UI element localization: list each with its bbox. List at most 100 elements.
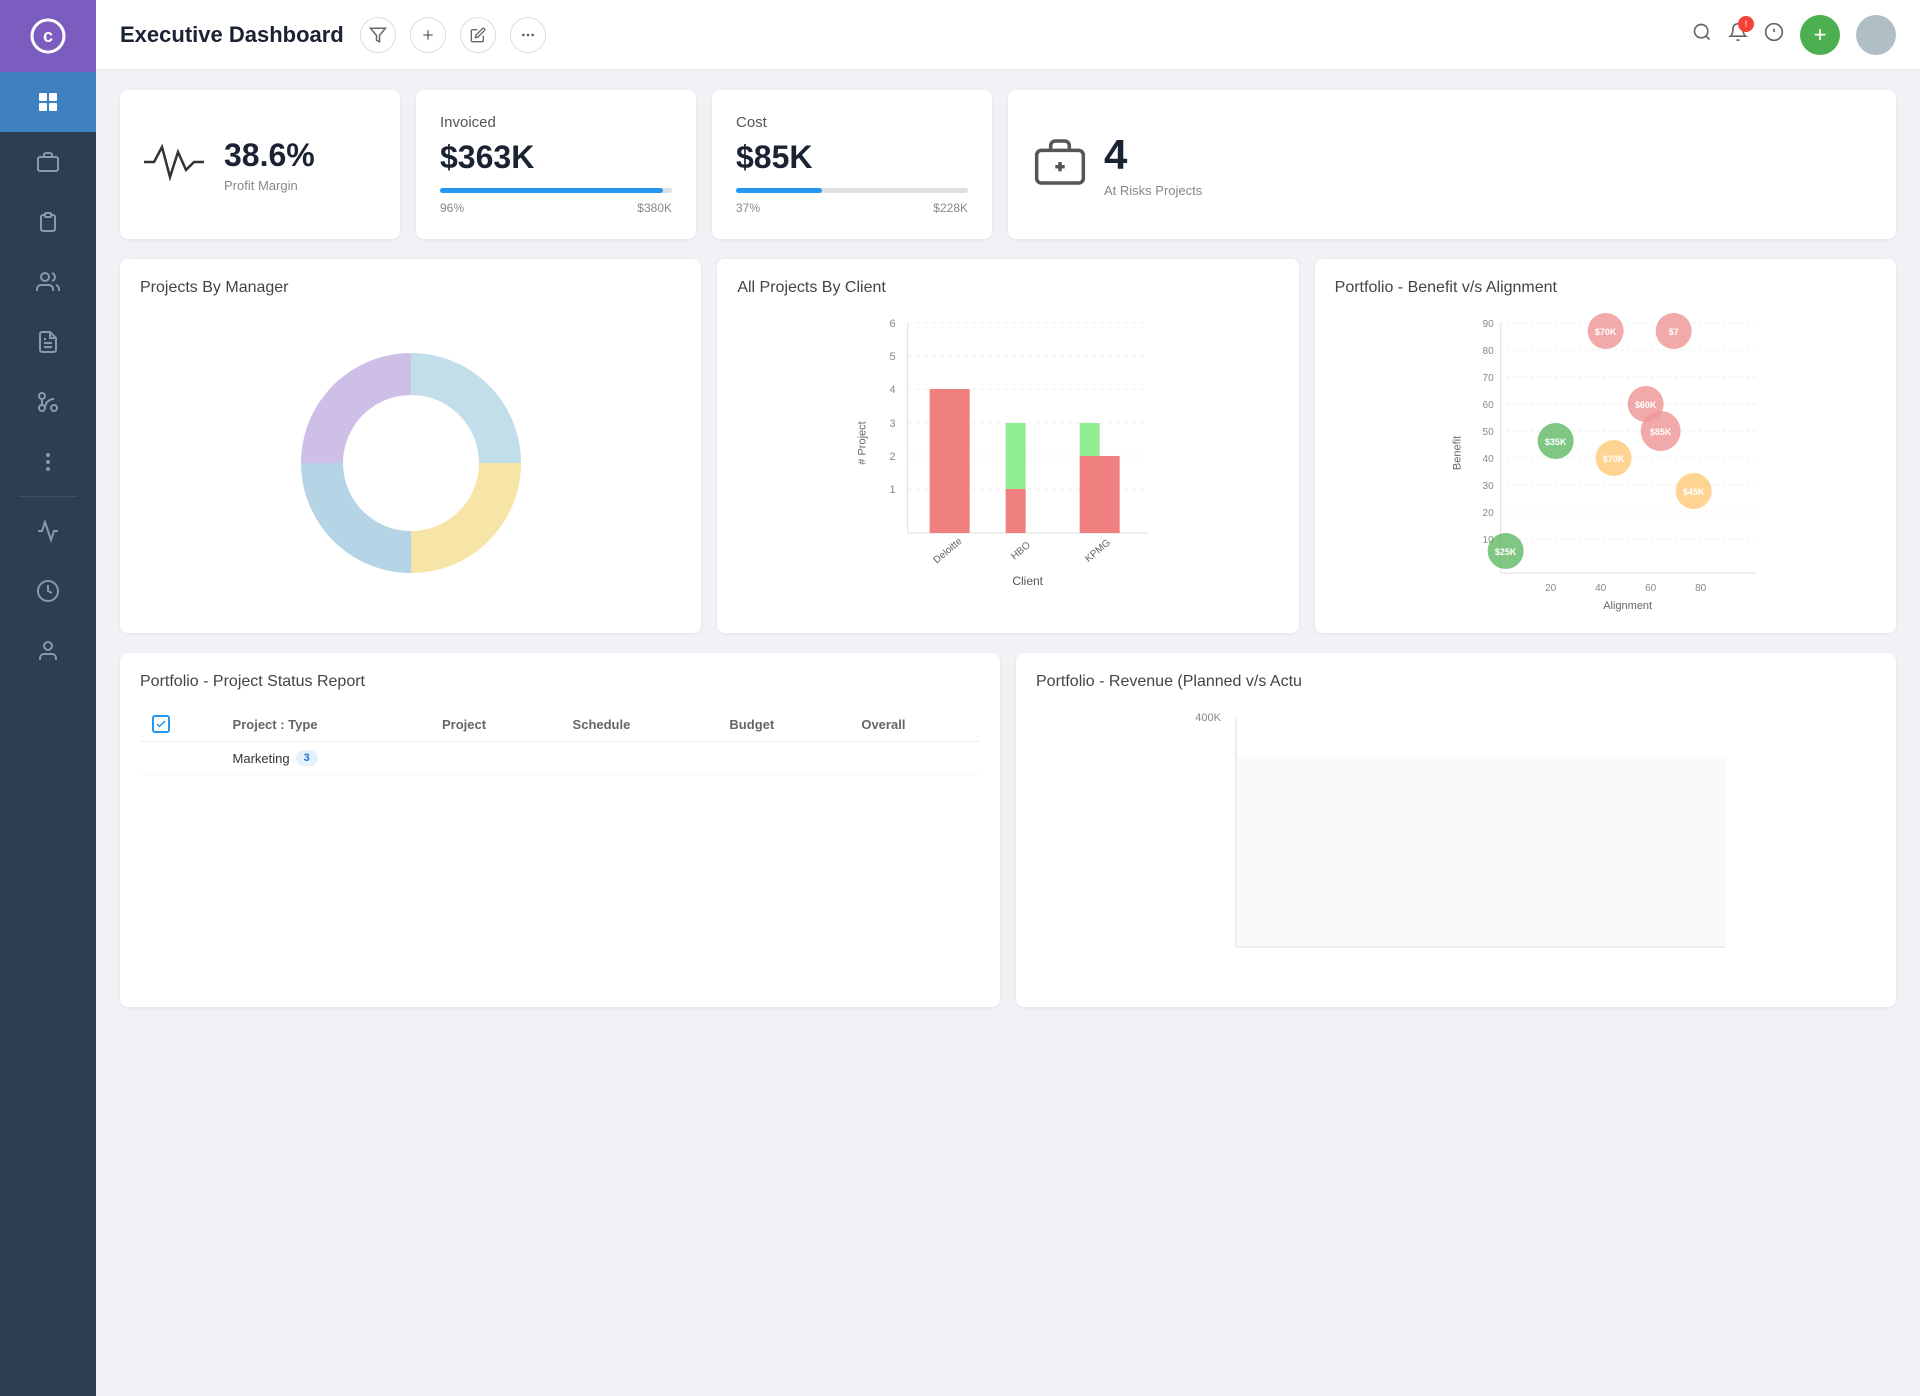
row-project (430, 742, 561, 775)
cost-progress-labels: 37% $228K (736, 201, 968, 215)
invoiced-progress-fill (440, 188, 663, 193)
svg-text:40: 40 (1482, 454, 1494, 465)
table-row: Marketing 3 (140, 742, 980, 775)
search-icon (1692, 22, 1712, 42)
svg-text:KPMG: KPMG (1084, 537, 1114, 564)
table-header-row: Project : Type Project Schedule Budget O… (140, 707, 980, 742)
sidebar-item-reports[interactable] (0, 312, 96, 372)
svg-text:3: 3 (890, 418, 896, 430)
sidebar-item-more[interactable] (0, 432, 96, 492)
tasks-icon (36, 210, 60, 234)
sidebar-item-git[interactable] (0, 372, 96, 432)
svg-text:30: 30 (1482, 481, 1494, 492)
sidebar-item-team[interactable] (0, 252, 96, 312)
status-report-title: Portfolio - Project Status Report (140, 673, 980, 691)
pulse-icon (144, 142, 204, 187)
edit-icon (470, 27, 486, 43)
profit-margin-label: Profit Margin (224, 178, 315, 193)
projects-by-manager-title: Projects By Manager (140, 279, 681, 297)
svg-text:Alignment: Alignment (1603, 600, 1652, 612)
add-tab-button[interactable] (410, 17, 446, 53)
alerts-button[interactable] (1764, 22, 1784, 47)
filter-icon (369, 26, 387, 44)
row-checkbox-cell (140, 742, 221, 775)
row-overall (849, 742, 980, 775)
sidebar-item-tasks[interactable] (0, 192, 96, 252)
dashboard-content: 38.6% Profit Margin Invoiced $363K 96% $… (96, 70, 1920, 1027)
status-table: Project : Type Project Schedule Budget O… (140, 707, 980, 775)
svg-text:60: 60 (1482, 400, 1494, 411)
cost-max: $228K (933, 201, 968, 215)
all-projects-by-client-card: All Projects By Client 6 5 4 (717, 259, 1298, 633)
metrics-row: 38.6% Profit Margin Invoiced $363K 96% $… (120, 90, 1896, 239)
edit-button[interactable] (460, 17, 496, 53)
reports-icon (36, 330, 60, 354)
invoiced-card: Invoiced $363K 96% $380K (416, 90, 696, 239)
search-button[interactable] (1692, 22, 1712, 47)
svg-text:70: 70 (1482, 373, 1494, 384)
filter-button[interactable] (360, 17, 396, 53)
plus-icon (420, 27, 436, 43)
svg-text:c: c (43, 26, 53, 46)
invoiced-progress-bg (440, 188, 672, 193)
global-add-button[interactable]: + (1800, 15, 1840, 55)
users-icon (36, 639, 60, 663)
sidebar-logo[interactable]: c (0, 0, 96, 72)
more-options-button[interactable] (510, 17, 546, 53)
charts-row: Projects By Manager (120, 259, 1896, 633)
col-schedule: Schedule (561, 707, 718, 742)
analytics-icon (36, 519, 60, 543)
checkbox-check-icon (155, 718, 167, 730)
donut-chart-container (140, 313, 681, 613)
sidebar-item-dashboard[interactable] (0, 72, 96, 132)
sidebar-item-projects[interactable] (0, 132, 96, 192)
revenue-svg: 400K (1036, 707, 1876, 987)
user-avatar[interactable] (1856, 15, 1896, 55)
status-table-wrapper: Project : Type Project Schedule Budget O… (140, 707, 980, 775)
page-title: Executive Dashboard (120, 22, 344, 48)
benefit-alignment-card: Portfolio - Benefit v/s Alignment 90 80 … (1315, 259, 1896, 633)
cost-progress-fill (736, 188, 822, 193)
svg-text:6: 6 (890, 318, 896, 330)
svg-text:20: 20 (1482, 508, 1494, 519)
svg-text:4: 4 (890, 384, 896, 396)
svg-text:$35K: $35K (1545, 437, 1567, 447)
projects-by-manager-card: Projects By Manager (120, 259, 701, 633)
header-checkbox[interactable] (152, 715, 170, 733)
scatter-container: 90 80 70 60 50 40 30 20 (1335, 313, 1876, 613)
revenue-title: Portfolio - Revenue (Planned v/s Actu (1036, 673, 1876, 691)
sidebar-item-analytics[interactable] (0, 501, 96, 561)
type-badge: 3 (296, 750, 318, 766)
svg-text:60: 60 (1645, 583, 1657, 594)
svg-text:Deloitte: Deloitte (932, 536, 965, 567)
bottom-row: Portfolio - Project Status Report (120, 653, 1896, 1007)
svg-text:Benefit: Benefit (1451, 436, 1463, 470)
svg-text:$7: $7 (1668, 327, 1678, 337)
cost-pct: 37% (736, 201, 760, 215)
row-project-type: Marketing 3 (221, 742, 430, 775)
svg-text:$45K: $45K (1683, 487, 1705, 497)
row-budget (717, 742, 849, 775)
col-project-type: Project : Type (221, 707, 430, 742)
sidebar-divider (19, 496, 77, 497)
col-budget: Budget (717, 707, 849, 742)
svg-text:40: 40 (1595, 583, 1607, 594)
sidebar-item-users[interactable] (0, 621, 96, 681)
invoiced-value: $363K (440, 139, 672, 176)
notifications-button[interactable]: ! (1728, 22, 1748, 47)
bar-chart-svg: 6 5 4 3 2 1 # Project (737, 313, 1278, 593)
briefcase-icon (1032, 134, 1088, 195)
svg-text:$70K: $70K (1603, 454, 1625, 464)
svg-text:# Project: # Project (857, 421, 869, 464)
svg-text:2: 2 (890, 451, 896, 463)
bar-chart-container: 6 5 4 3 2 1 # Project (737, 313, 1278, 593)
svg-text:20: 20 (1545, 583, 1557, 594)
svg-text:1: 1 (890, 484, 896, 496)
svg-text:400K: 400K (1195, 712, 1221, 724)
sidebar-item-history[interactable] (0, 561, 96, 621)
at-risk-value: 4 (1104, 131, 1202, 179)
logo-icon: c (30, 18, 66, 54)
topbar-actions (360, 17, 554, 53)
col-project: Project (430, 707, 561, 742)
alert-icon (1764, 22, 1784, 42)
